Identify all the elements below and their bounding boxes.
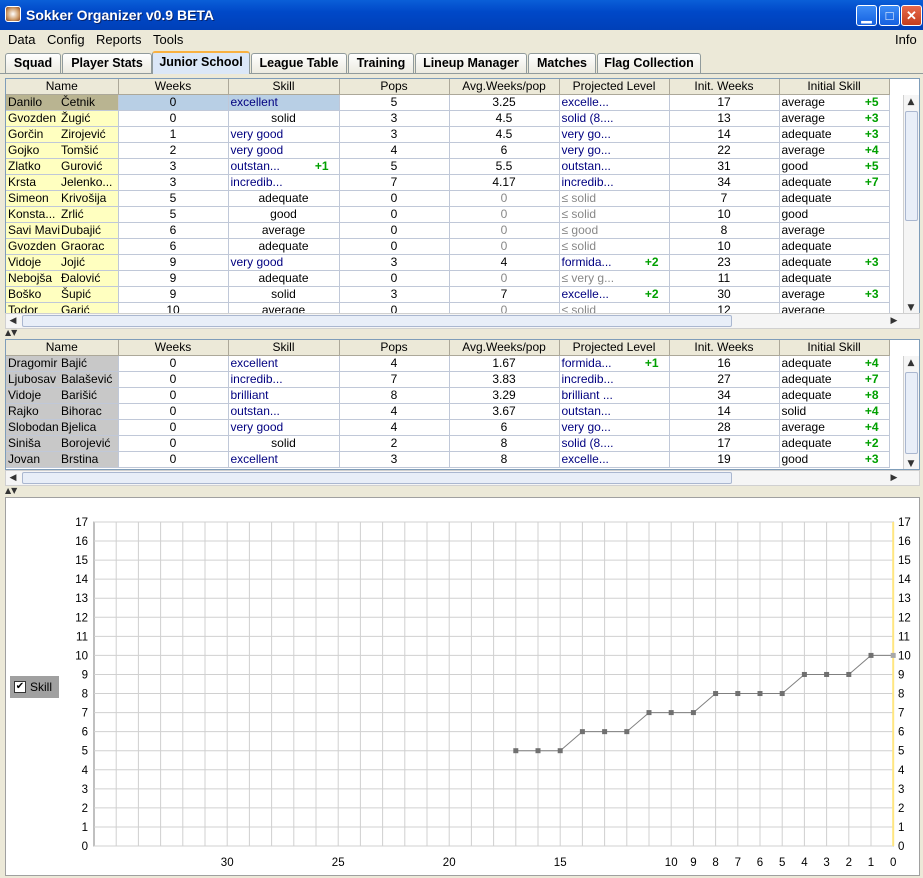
y-tick-label: 7 [82, 708, 88, 720]
y-tick-label: 3 [82, 784, 88, 796]
y-tick-label-right: 16 [898, 536, 911, 548]
x-tick-label: 9 [690, 857, 696, 869]
data-point [890, 652, 896, 658]
data-point [690, 710, 696, 716]
x-tick-label: 5 [779, 857, 785, 869]
x-tick-label: 25 [332, 857, 345, 869]
data-point [557, 748, 563, 754]
data-point [713, 691, 719, 697]
data-point [513, 748, 519, 754]
data-point [602, 729, 608, 735]
data-point [801, 671, 807, 677]
x-tick-label: 2 [846, 857, 852, 869]
x-tick-label: 7 [735, 857, 741, 869]
y-tick-label: 15 [75, 555, 88, 567]
data-point [535, 748, 541, 754]
y-tick-label-right: 17 [898, 517, 911, 529]
data-point [824, 671, 830, 677]
data-point [579, 729, 585, 735]
x-tick-label: 3 [823, 857, 829, 869]
y-tick-label: 12 [75, 612, 88, 624]
y-tick-label: 4 [82, 765, 89, 777]
y-tick-label-right: 13 [898, 593, 911, 605]
y-tick-label-right: 15 [898, 555, 911, 567]
y-tick-label: 17 [75, 517, 88, 529]
y-tick-label: 16 [75, 536, 88, 548]
x-tick-label: 0 [890, 857, 896, 869]
x-tick-label: 15 [554, 857, 567, 869]
data-point [735, 691, 741, 697]
y-tick-label-right: 8 [898, 689, 904, 701]
data-point [846, 671, 852, 677]
x-tick-label: 20 [443, 857, 456, 869]
y-tick-label-right: 14 [898, 574, 911, 586]
y-tick-label: 1 [82, 822, 88, 834]
x-tick-label: 8 [712, 857, 718, 869]
y-tick-label-right: 9 [898, 669, 904, 681]
data-point [868, 652, 874, 658]
y-tick-label-right: 1 [898, 822, 904, 834]
y-tick-label-right: 0 [898, 841, 904, 853]
y-tick-label: 14 [75, 574, 88, 586]
x-tick-label: 6 [757, 857, 763, 869]
data-point [779, 691, 785, 697]
y-tick-label: 5 [82, 746, 88, 758]
y-tick-label: 0 [82, 841, 88, 853]
y-tick-label-right: 12 [898, 612, 911, 624]
x-tick-label: 30 [221, 857, 234, 869]
y-tick-label: 9 [82, 669, 88, 681]
y-tick-label: 13 [75, 593, 88, 605]
x-tick-label: 10 [665, 857, 678, 869]
y-tick-label: 8 [82, 689, 88, 701]
y-tick-label: 6 [82, 727, 88, 739]
y-tick-label: 10 [75, 650, 88, 662]
y-tick-label-right: 7 [898, 708, 904, 720]
x-tick-label: 4 [801, 857, 808, 869]
y-tick-label: 11 [76, 631, 88, 643]
y-tick-label-right: 11 [898, 631, 910, 643]
x-tick-label: 1 [868, 857, 874, 869]
y-tick-label-right: 4 [898, 765, 905, 777]
y-tick-label-right: 5 [898, 746, 904, 758]
y-tick-label: 2 [82, 803, 88, 815]
data-point [668, 710, 674, 716]
data-point [757, 691, 763, 697]
y-tick-label-right: 6 [898, 727, 904, 739]
skill-history-chart: 0 01 12 23 34 45 56 67 78 89 910 1011 1112 1213 1314 14… [75, 517, 911, 869]
y-tick-label-right: 10 [898, 650, 911, 662]
data-point [646, 710, 652, 716]
y-tick-label-right: 2 [898, 803, 904, 815]
data-point [624, 729, 630, 735]
y-tick-label-right: 3 [898, 784, 904, 796]
